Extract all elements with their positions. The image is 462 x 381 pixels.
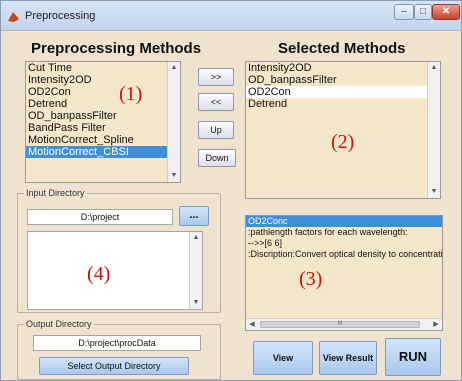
selected-method-item[interactable]: Detrend — [246, 98, 440, 110]
annotation-4: (4) — [87, 263, 111, 285]
matlab-icon — [8, 12, 19, 22]
browse-input-button[interactable]: ... — [179, 206, 209, 226]
method-list-item[interactable]: OD_banpassFilter — [26, 110, 180, 122]
scroll-thumb[interactable]: III — [260, 321, 420, 328]
method-list-item[interactable]: Intensity2OD — [26, 74, 180, 86]
maximize-icon[interactable]: □ — [414, 4, 432, 20]
scroll-up-icon[interactable]: ▲ — [428, 62, 440, 74]
method-list-item[interactable]: MotionCorrect_CBSI — [26, 146, 180, 158]
input-file-list[interactable]: ▲ ▼ — [27, 231, 203, 310]
select-output-directory-button[interactable]: Select Output Directory — [39, 357, 189, 375]
scroll-down-icon[interactable]: ▼ — [428, 186, 440, 198]
annotation-1: (1) — [119, 83, 143, 105]
output-directory-field[interactable]: D:\project\procData — [33, 335, 201, 351]
annotation-2: (2) — [331, 131, 355, 153]
scroll-down-icon[interactable]: ▼ — [190, 297, 202, 309]
input-directory-field[interactable]: D:\project — [27, 209, 173, 225]
window-title: Preprocessing — [25, 10, 96, 22]
selected-heading: Selected Methods — [278, 40, 406, 57]
method-list-item[interactable]: BandPass Filter — [26, 122, 180, 134]
selected-method-item[interactable]: Intensity2OD — [246, 62, 440, 74]
main-panel: Preprocessing Methods Selected Methods C… — [1, 31, 461, 380]
run-button[interactable]: RUN — [385, 338, 441, 376]
methods-items: Cut Time Intensity2OD OD2Con Detrend OD_banp… — [26, 62, 180, 158]
method-list-item[interactable]: Cut Time — [26, 62, 180, 74]
methods-scrollbar[interactable]: ▲ ▼ — [167, 62, 180, 182]
methods-heading: Preprocessing Methods — [31, 40, 202, 57]
selected-listbox[interactable]: Intensity2OD OD_banpassFilter OD2Con Detren… — [245, 61, 441, 199]
info-line[interactable]: :pathlength factors for each wavelength: — [246, 227, 442, 238]
selected-items: Intensity2OD OD_banpassFilter OD2Con Detren… — [246, 62, 440, 110]
scroll-left-icon[interactable]: ◀ — [246, 319, 258, 330]
selected-method-item[interactable]: OD_banpassFilter — [246, 74, 440, 86]
view-result-button[interactable]: View Result — [319, 341, 377, 375]
remove-method-button[interactable]: << — [198, 93, 234, 111]
view-rawdata-button[interactable]: View RawData — [253, 341, 313, 375]
close-icon[interactable]: ✕ — [432, 4, 460, 20]
info-lines: OD2Conc:pathlength factors for each wave… — [246, 216, 442, 260]
title-bar[interactable]: Preprocessing ‒ □ ✕ — [1, 1, 461, 31]
methods-listbox[interactable]: Cut Time Intensity2OD OD2Con Detrend OD_banp… — [25, 61, 181, 183]
move-up-button[interactable]: Up — [198, 121, 234, 139]
move-down-button[interactable]: Down — [198, 149, 236, 167]
info-line[interactable]: :Discription:Convert optical density to … — [246, 249, 442, 260]
info-line[interactable]: OD2Conc — [246, 216, 442, 227]
method-info-panel[interactable]: OD2Conc:pathlength factors for each wave… — [245, 215, 443, 331]
minimize-icon[interactable]: ‒ — [394, 4, 414, 20]
input-directory-legend: Input Directory — [24, 188, 87, 198]
scroll-up-icon[interactable]: ▲ — [168, 62, 180, 74]
input-file-scrollbar[interactable]: ▲ ▼ — [189, 232, 202, 309]
preprocessing-window: Preprocessing ‒ □ ✕ Preprocessing Method… — [0, 0, 462, 381]
method-list-item[interactable]: Detrend — [26, 98, 180, 110]
add-method-button[interactable]: >> — [198, 68, 234, 86]
method-list-item[interactable]: OD2Con — [26, 86, 180, 98]
selected-scrollbar[interactable]: ▲ ▼ — [427, 62, 440, 198]
method-list-item[interactable]: MotionCorrect_Spline — [26, 134, 180, 146]
annotation-3: (3) — [299, 268, 323, 290]
selected-method-item[interactable]: OD2Con — [246, 86, 440, 98]
info-horizontal-scrollbar[interactable]: ◀ III ▶ — [246, 318, 442, 330]
info-line[interactable]: -->>[6 6] — [246, 238, 442, 249]
scroll-down-icon[interactable]: ▼ — [168, 170, 180, 182]
output-directory-legend: Output Directory — [24, 319, 94, 329]
scroll-right-icon[interactable]: ▶ — [430, 319, 442, 330]
scroll-up-icon[interactable]: ▲ — [190, 232, 202, 244]
